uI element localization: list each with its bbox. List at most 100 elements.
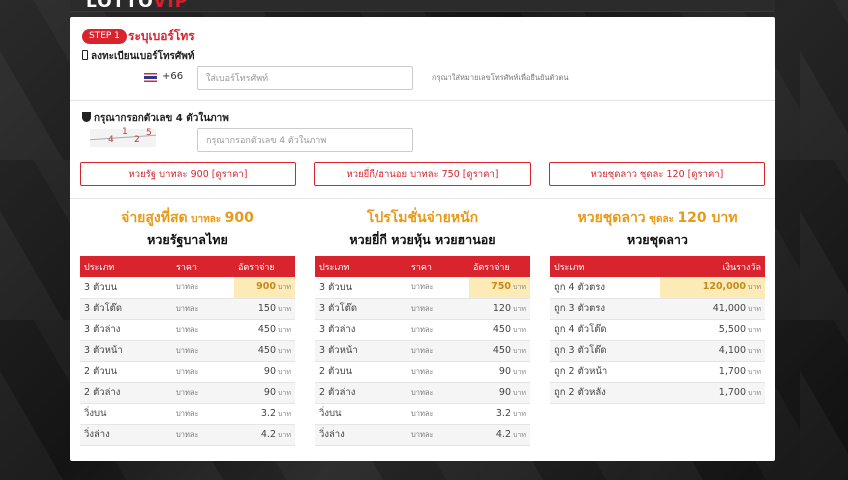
price-unit: บาทละ — [172, 319, 234, 341]
bet-type: ถูก 2 ตัวหลัง — [550, 382, 652, 404]
price-unit: บาทละ — [172, 340, 234, 362]
payout-rate: 120,000 บาท — [660, 277, 765, 299]
table-row: ถูก 4 ตัวตรง 120,000 บาท — [550, 277, 765, 299]
table-row: ถูก 3 ตัวโต๊ด 4,100 บาท — [550, 340, 765, 362]
table-row: 3 ตัวหน้า บาทละ 450 บาท — [80, 340, 295, 362]
step-badge: STEP 1 — [82, 29, 127, 44]
col-header: อัตราจ่าย — [469, 256, 530, 277]
price-unit: บาทละ — [172, 277, 234, 299]
price-unit: บาทละ — [407, 340, 469, 362]
payout-rate: 41,000 บาท — [660, 298, 765, 320]
col-header: ประเภท — [80, 256, 172, 277]
price-unit — [652, 382, 660, 404]
country-code: +66 — [162, 71, 184, 82]
payout-rate: 150 บาท — [234, 298, 295, 320]
bet-type: 2 ตัวล่าง — [80, 382, 172, 404]
table-row: 3 ตัวหน้า บาทละ 450 บาท — [315, 340, 530, 362]
captcha-input[interactable]: กรุณากรอกตัวเลข 4 ตัวในภาพ — [197, 128, 413, 152]
yeekee-hanoi-price-button[interactable]: หวยยี่กี/ฮานอย บาทละ 750 [ดูราคา] — [314, 162, 531, 186]
col-header: เงินรางวัล — [660, 256, 765, 277]
shield-icon — [82, 112, 91, 122]
bet-type: 3 ตัวโต๊ด — [80, 298, 172, 320]
bet-type: 2 ตัวล่าง — [315, 382, 407, 404]
price-unit: บาทละ — [172, 424, 234, 446]
payout-rate: 3.2 บาท — [234, 403, 295, 425]
bet-type: ถูก 3 ตัวตรง — [550, 298, 652, 320]
payout-rate: 5,500 บาท — [660, 319, 765, 341]
price-unit — [652, 277, 660, 299]
payout-rate: 90 บาท — [469, 361, 530, 383]
price-unit — [652, 319, 660, 341]
col-header: ราคา — [172, 256, 234, 277]
divider — [70, 198, 775, 199]
payout-rate: 90 บาท — [469, 382, 530, 404]
thai-lottery-column: จ่ายสูงที่สด บาทละ 900 หวยรัฐบาลไทย ประเ… — [80, 207, 295, 446]
payout-rate: 4.2 บาท — [469, 424, 530, 446]
price-unit: บาทละ — [407, 298, 469, 320]
payout-rate: 3.2 บาท — [469, 403, 530, 425]
price-unit: บาทละ — [407, 424, 469, 446]
table-row: 3 ตัวบน บาทละ 750 บาท — [315, 277, 530, 299]
thai-lottery-price-button[interactable]: หวยรัฐ บาทละ 900 [ดูราคา] — [80, 162, 296, 186]
payout-rate: 1,700 บาท — [660, 361, 765, 383]
price-unit — [652, 361, 660, 383]
bet-type: ถูก 2 ตัวหน้า — [550, 361, 652, 383]
yeekee-column: โปรโมชั่นจ่ายหนัก หวยยี่กี หวยหุ้น หวยฮา… — [315, 207, 530, 446]
column-subtitle: หวยรัฐบาลไทย — [147, 232, 228, 247]
thai-flag-icon — [144, 73, 157, 82]
payout-rate: 450 บาท — [469, 340, 530, 362]
bet-type: วิ่งบน — [80, 403, 172, 425]
price-unit — [652, 298, 660, 320]
table-row: 3 ตัวล่าง บาทละ 450 บาท — [80, 319, 295, 341]
table-row: 2 ตัวล่าง บาทละ 90 บาท — [315, 382, 530, 404]
phone-input[interactable]: ใส่เบอร์โทรศัพท์ — [197, 66, 413, 90]
brand-logo[interactable]: LOTTOVIP — [86, 0, 188, 12]
table-row: 3 ตัวล่าง บาทละ 450 บาท — [315, 319, 530, 341]
payout-rate: 90 บาท — [234, 382, 295, 404]
column-title: หวยชุดลาว ชุดละ 120 บาท — [577, 210, 738, 226]
phone-hint: กรุณาใส่หมายเลขโทรศัพท์เพื่อยืนยันตัวตน — [432, 73, 569, 82]
lao-set-price-button[interactable]: หวยชุดลาว ชุดละ 120 [ดูราคา] — [549, 162, 765, 186]
bet-type: 3 ตัวล่าง — [315, 319, 407, 341]
col-header: ประเภท — [550, 256, 652, 277]
payout-rate: 900 บาท — [234, 277, 295, 299]
table-row: วิ่งล่าง บาทละ 4.2 บาท — [315, 424, 530, 446]
bet-type: วิ่งบน — [315, 403, 407, 425]
col-header: ประเภท — [315, 256, 407, 277]
bet-type: ถูก 4 ตัวตรง — [550, 277, 652, 299]
table-row: 3 ตัวโต๊ด บาทละ 150 บาท — [80, 298, 295, 320]
price-unit: บาทละ — [407, 319, 469, 341]
payout-rate: 450 บาท — [234, 340, 295, 362]
table-row: 3 ตัวบน บาทละ 900 บาท — [80, 277, 295, 299]
table-row: 2 ตัวล่าง บาทละ 90 บาท — [80, 382, 295, 404]
col-header: อัตราจ่าย — [234, 256, 295, 277]
table-row: ถูก 2 ตัวหน้า 1,700 บาท — [550, 361, 765, 383]
rate-table: ประเภท ราคา อัตราจ่าย 3 ตัวบน บาทละ 900 บาท… — [80, 256, 295, 446]
divider — [70, 100, 775, 101]
payout-rate: 90 บาท — [234, 361, 295, 383]
col-header — [652, 256, 660, 277]
col-header: ราคา — [407, 256, 469, 277]
bet-type: 3 ตัวหน้า — [80, 340, 172, 362]
table-row: 3 ตัวโต๊ด บาทละ 120 บาท — [315, 298, 530, 320]
table-row: วิ่งล่าง บาทละ 4.2 บาท — [80, 424, 295, 446]
bet-type: วิ่งล่าง — [315, 424, 407, 446]
price-unit: บาทละ — [407, 361, 469, 383]
bet-type: 2 ตัวบน — [80, 361, 172, 383]
table-header-row: ประเภท เงินรางวัล — [550, 256, 765, 277]
bet-type: 3 ตัวบน — [80, 277, 172, 299]
bet-type: 3 ตัวบน — [315, 277, 407, 299]
payout-rate: 1,700 บาท — [660, 382, 765, 404]
bet-type: 3 ตัวหน้า — [315, 340, 407, 362]
captcha-image: 4 1 2 5 — [90, 127, 156, 147]
bet-type: ถูก 4 ตัวโต๊ด — [550, 319, 652, 341]
captcha-section-label: กรุณากรอกตัวเลข 4 ตัวในภาพ — [82, 111, 229, 126]
table-row: วิ่งบน บาทละ 3.2 บาท — [80, 403, 295, 425]
rate-table: ประเภท เงินรางวัล ถูก 4 ตัวตรง 120,000 บาท… — [550, 256, 765, 404]
column-subtitle: หวยชุดลาว — [627, 232, 688, 247]
payout-rate: 450 บาท — [234, 319, 295, 341]
table-header-row: ประเภท ราคา อัตราจ่าย — [80, 256, 295, 277]
bet-type: วิ่งล่าง — [80, 424, 172, 446]
payout-rate: 4,100 บาท — [660, 340, 765, 362]
price-unit: บาทละ — [172, 298, 234, 320]
